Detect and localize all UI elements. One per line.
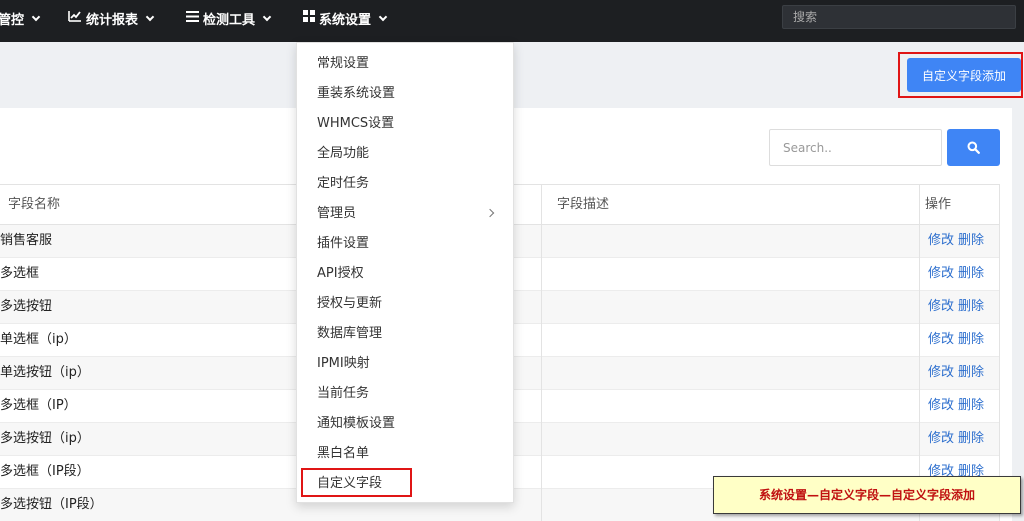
actions-cell: 修改删除 <box>928 225 984 257</box>
menu-item-custom-fields[interactable]: 自定义字段 <box>297 469 513 499</box>
menu-item-api-auth[interactable]: API授权 <box>297 259 513 289</box>
menu-item-general-settings[interactable]: 常规设置 <box>297 49 513 79</box>
menu-item-reinstall-settings[interactable]: 重装系统设置 <box>297 79 513 109</box>
nav-item-label: 统计报表 <box>86 12 139 28</box>
table-search-input[interactable] <box>769 129 942 166</box>
field-name-cell: 多选框 <box>0 266 40 281</box>
edit-link[interactable]: 修改 <box>928 332 954 347</box>
field-name-cell: 多选框（IP段） <box>0 464 90 479</box>
menu-item-whmcs-settings[interactable]: WHMCS设置 <box>297 109 513 139</box>
menu-item-administrators[interactable]: 管理员 <box>297 199 513 229</box>
edit-link[interactable]: 修改 <box>928 398 954 413</box>
chevron-down-icon <box>378 12 388 21</box>
header-field-description: 字段描述 <box>557 197 610 212</box>
nav-item-label: 检测工具 <box>203 12 256 28</box>
field-name-cell: 多选按钮 <box>0 299 53 314</box>
chevron-down-icon <box>145 12 155 21</box>
breadcrumb-caption: 系统设置—自定义字段—自定义字段添加 <box>713 476 1021 514</box>
field-name-cell: 单选框（ip） <box>0 332 77 347</box>
menu-item-current-tasks[interactable]: 当前任务 <box>297 379 513 409</box>
delete-link[interactable]: 删除 <box>958 431 984 446</box>
grid-icon <box>303 10 315 26</box>
top-navbar: 管控 统计报表 检测工具 系统设置 <box>0 0 1024 42</box>
menu-item-scheduled-tasks[interactable]: 定时任务 <box>297 169 513 199</box>
nav-item-settings[interactable]: 系统设置 <box>303 0 388 36</box>
menu-item-license-update[interactable]: 授权与更新 <box>297 289 513 319</box>
edit-link[interactable]: 修改 <box>928 431 954 446</box>
actions-cell: 修改删除 <box>928 291 984 323</box>
delete-link[interactable]: 删除 <box>958 233 984 248</box>
menu-item-plugin-settings[interactable]: 插件设置 <box>297 229 513 259</box>
edit-link[interactable]: 修改 <box>928 266 954 281</box>
column-divider <box>919 184 920 521</box>
chevron-down-icon <box>31 12 41 21</box>
nav-item-label: 管控 <box>0 12 25 28</box>
menu-item-notification-templates[interactable]: 通知模板设置 <box>297 409 513 439</box>
delete-link[interactable]: 删除 <box>958 332 984 347</box>
header-actions: 操作 <box>925 197 952 212</box>
menu-item-ipmi-mapping[interactable]: IPMI映射 <box>297 349 513 379</box>
menu-item-global-features[interactable]: 全局功能 <box>297 139 513 169</box>
settings-dropdown-menu: 常规设置 重装系统设置 WHMCS设置 全局功能 定时任务 管理员 插件设置 A… <box>296 42 514 503</box>
chevron-down-icon <box>262 12 272 21</box>
actions-cell: 修改删除 <box>928 258 984 290</box>
header-field-name: 字段名称 <box>8 197 61 212</box>
line-chart-icon <box>68 10 82 26</box>
chevron-right-icon <box>485 208 495 218</box>
nav-item-label: 系统设置 <box>319 12 372 28</box>
table-search-button[interactable] <box>947 129 1000 166</box>
delete-link[interactable]: 删除 <box>958 365 984 380</box>
column-divider <box>541 184 542 521</box>
field-name-cell: 多选按钮（ip） <box>0 431 90 446</box>
edit-link[interactable]: 修改 <box>928 299 954 314</box>
search-icon <box>947 141 1000 154</box>
menu-item-blackwhite-list[interactable]: 黑白名单 <box>297 439 513 469</box>
actions-cell: 修改删除 <box>928 390 984 422</box>
list-icon <box>186 10 199 26</box>
menu-item-label: 管理员 <box>317 206 357 221</box>
delete-link[interactable]: 删除 <box>958 266 984 281</box>
actions-cell: 修改删除 <box>928 357 984 389</box>
menu-item-database[interactable]: 数据库管理 <box>297 319 513 349</box>
column-divider <box>999 184 1000 521</box>
field-name-cell: 多选按钮（IP段） <box>0 497 103 512</box>
delete-link[interactable]: 删除 <box>958 299 984 314</box>
field-name-cell: 销售客服 <box>0 233 53 248</box>
field-name-cell: 多选框（IP） <box>0 398 77 413</box>
edit-link[interactable]: 修改 <box>928 233 954 248</box>
add-custom-field-button[interactable]: 自定义字段添加 <box>907 58 1021 92</box>
nav-item-reports[interactable]: 统计报表 <box>68 0 155 36</box>
nav-item-tools[interactable]: 检测工具 <box>186 0 272 36</box>
edit-link[interactable]: 修改 <box>928 365 954 380</box>
nav-item-control[interactable]: 管控 <box>0 0 41 36</box>
actions-cell: 修改删除 <box>928 324 984 356</box>
delete-link[interactable]: 删除 <box>958 398 984 413</box>
field-name-cell: 单选按钮（ip） <box>0 365 90 380</box>
nav-search-input[interactable] <box>782 5 1016 29</box>
actions-cell: 修改删除 <box>928 423 984 455</box>
